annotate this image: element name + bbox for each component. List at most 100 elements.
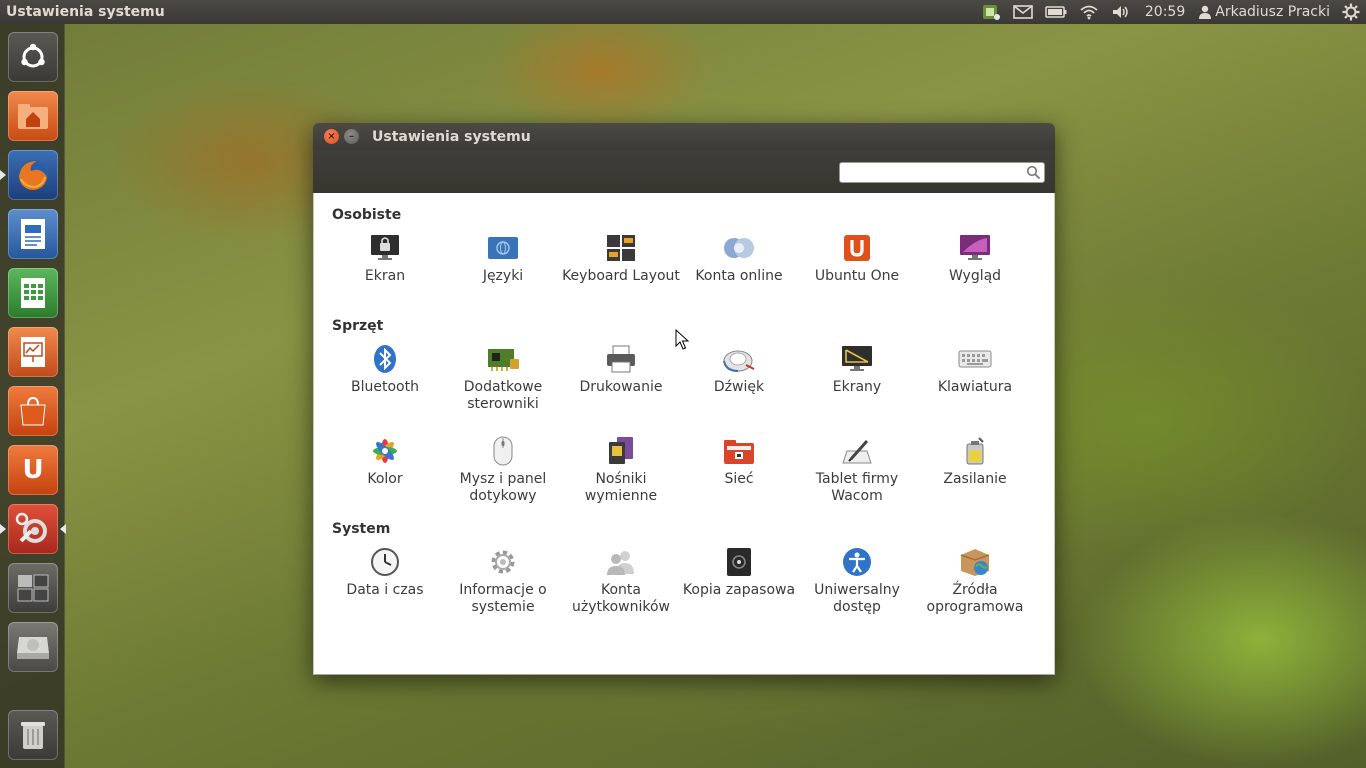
settings-item-kolor[interactable]: Kolor xyxy=(326,436,444,488)
network-folder-icon xyxy=(722,436,756,466)
settings-content: Osobiste Ekran Języki Keyboard Layout Ko… xyxy=(313,193,1055,675)
keyboard-layout-icon xyxy=(604,233,638,263)
settings-item-nosniki-wymienne[interactable]: Nośniki wymienne xyxy=(562,436,680,505)
ubuntu-one-icon: U xyxy=(22,455,44,485)
panel-app-title: Ustawienia systemu xyxy=(6,4,165,20)
wacom-tablet-pen-icon xyxy=(840,436,874,466)
keyboard-icon xyxy=(958,344,992,374)
settings-item-label: Ubuntu One xyxy=(814,268,900,284)
window-titlebar[interactable]: × – Ustawienia systemu xyxy=(313,123,1055,150)
settings-item-keyboard-layout[interactable]: Keyboard Layout xyxy=(562,233,680,285)
launcher: U xyxy=(0,24,66,768)
window-toolbar xyxy=(313,150,1055,193)
settings-item-konta-online[interactable]: Konta online xyxy=(680,233,798,285)
settings-item-data-i-czas[interactable]: Data i czas xyxy=(326,547,444,599)
settings-item-label: Drukowanie xyxy=(579,379,663,395)
settings-item-label: Konta online xyxy=(695,268,783,284)
settings-item-siec[interactable]: Sieć xyxy=(680,436,798,488)
settings-item-jezyki[interactable]: Języki xyxy=(444,233,562,285)
additional-drivers-chip-icon xyxy=(486,344,520,374)
wrench-gear-icon xyxy=(15,512,47,543)
clock-icon xyxy=(368,547,402,577)
settings-item-label: Bluetooth xyxy=(351,379,419,395)
mouse-pointer-icon xyxy=(675,329,689,350)
update-manager-icon[interactable] xyxy=(975,0,1007,24)
launcher-system-settings[interactable] xyxy=(8,504,58,554)
firefox-icon xyxy=(18,160,48,190)
settings-item-label: Dodatkowe sterowniki xyxy=(463,379,543,412)
settings-item-zrodla-oprogramowania[interactable]: Źródła oprogramowa xyxy=(916,547,1034,616)
settings-item-label: Dźwięk xyxy=(713,379,765,395)
wifi-icon[interactable] xyxy=(1073,0,1105,24)
dash-home-button[interactable] xyxy=(8,32,58,82)
settings-item-label: Konta użytkowników xyxy=(571,582,670,615)
settings-item-wyglad[interactable]: Wygląd xyxy=(916,233,1034,285)
launcher-trash[interactable] xyxy=(8,710,58,760)
launcher-workspace-switcher[interactable] xyxy=(8,563,58,613)
battery-icon[interactable] xyxy=(1039,0,1073,24)
power-battery-icon xyxy=(958,436,992,466)
settings-item-label: Informacje o systemie xyxy=(459,582,547,615)
settings-item-label: Keyboard Layout xyxy=(562,268,680,284)
clock[interactable]: 20:59 xyxy=(1137,0,1193,24)
settings-item-label: Sieć xyxy=(724,471,754,487)
language-flag-icon xyxy=(486,233,520,263)
close-button[interactable]: × xyxy=(324,129,339,144)
settings-item-ekran[interactable]: Ekran xyxy=(326,233,444,285)
settings-item-klawiatura[interactable]: Klawiatura xyxy=(916,344,1034,396)
settings-item-label: Tablet firmy Wacom xyxy=(815,471,899,504)
settings-item-ekrany[interactable]: Ekrany xyxy=(798,344,916,396)
user-menu[interactable]: Arkadiusz Pracki xyxy=(1193,0,1336,24)
section-label-personal: Osobiste xyxy=(332,207,402,223)
section-label-system: System xyxy=(332,521,391,537)
settings-item-label: Źródła oprogramowa xyxy=(926,582,1024,615)
minimize-button[interactable]: – xyxy=(344,129,359,144)
impress-presentation-icon xyxy=(21,337,45,367)
calc-spreadsheet-icon xyxy=(21,278,45,308)
settings-item-label: Ekran xyxy=(364,268,406,284)
settings-item-dodatkowe-sterowniki[interactable]: Dodatkowe sterowniki xyxy=(444,344,562,413)
settings-item-label: Ekrany xyxy=(832,379,882,395)
shopping-bag-icon xyxy=(20,396,46,426)
sound-speaker-icon xyxy=(722,344,756,374)
settings-item-bluetooth[interactable]: Bluetooth xyxy=(326,344,444,396)
settings-item-konta-uzytkownikow[interactable]: Konta użytkowników xyxy=(562,547,680,616)
software-sources-box-icon xyxy=(958,547,992,577)
settings-item-uniwersalny-dostep[interactable]: Uniwersalny dostęp xyxy=(798,547,916,616)
launcher-ubuntu-one[interactable]: U xyxy=(8,445,58,495)
panel-indicators: 20:59 Arkadiusz Pracki xyxy=(975,0,1366,24)
messaging-menu-icon[interactable] xyxy=(1007,0,1039,24)
top-panel: Ustawienia systemu 20:59 Arkadiusz Prack… xyxy=(0,0,1366,24)
window-title: Ustawienia systemu xyxy=(372,128,531,145)
settings-item-informacje-o-systemie[interactable]: Informacje o systemie xyxy=(444,547,562,616)
settings-item-drukowanie[interactable]: Drukowanie xyxy=(562,344,680,396)
launcher-firefox[interactable] xyxy=(8,150,58,200)
volume-icon[interactable] xyxy=(1105,0,1137,24)
settings-item-zasilanie[interactable]: Zasilanie xyxy=(916,436,1034,488)
removable-media-icon xyxy=(604,436,638,466)
ubuntu-logo-icon xyxy=(21,43,45,68)
launcher-software-center[interactable] xyxy=(8,386,58,436)
session-gear-icon[interactable] xyxy=(1336,0,1366,24)
settings-item-label: Uniwersalny dostęp xyxy=(814,582,900,615)
settings-item-ubuntu-one[interactable]: Ubuntu One xyxy=(798,233,916,285)
printer-icon xyxy=(604,344,638,374)
launcher-home-folder[interactable] xyxy=(8,91,58,141)
launcher-writer[interactable] xyxy=(8,209,58,259)
search-icon[interactable] xyxy=(1026,165,1041,180)
user-accounts-icon xyxy=(604,547,638,577)
settings-item-dzwiek[interactable]: Dźwięk xyxy=(680,344,798,396)
settings-item-tablet-wacom[interactable]: Tablet firmy Wacom xyxy=(798,436,916,505)
trash-icon xyxy=(21,722,45,749)
ubuntu-one-icon xyxy=(840,233,874,263)
displays-monitor-icon xyxy=(840,344,874,374)
launcher-calc[interactable] xyxy=(8,268,58,318)
settings-item-label: Mysz i panel dotykowy xyxy=(459,471,547,504)
launcher-disk-drive[interactable] xyxy=(8,622,58,672)
launcher-impress[interactable] xyxy=(8,327,58,377)
writer-document-icon xyxy=(21,219,45,249)
settings-item-kopia-zapasowa[interactable]: Kopia zapasowa xyxy=(680,547,798,599)
search-input[interactable] xyxy=(840,164,1020,184)
settings-item-mysz-i-panel[interactable]: Mysz i panel dotykowy xyxy=(444,436,562,505)
hard-drive-icon xyxy=(17,637,49,659)
